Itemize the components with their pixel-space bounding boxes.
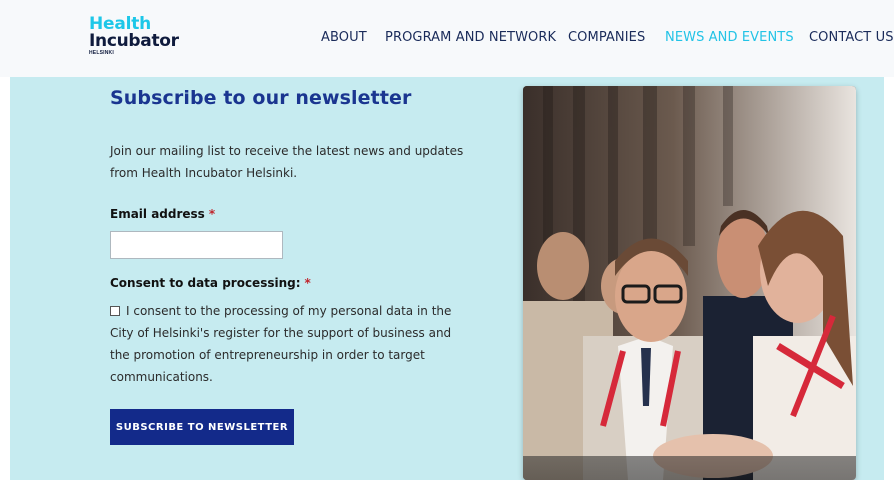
conference-photo <box>523 86 856 480</box>
email-field[interactable] <box>110 231 283 259</box>
logo-line-helsinki: HELSINKI <box>89 50 114 56</box>
page-gutter-right <box>884 77 894 480</box>
nav-item-program-and-network[interactable]: PROGRAM AND NETWORK <box>385 30 556 45</box>
newsletter-intro: Join our mailing list to receive the lat… <box>110 144 464 180</box>
nav-item-about[interactable]: ABOUT <box>321 30 367 45</box>
email-label-text: Email address <box>110 207 205 221</box>
logo-line-incubator: Incubator <box>89 31 179 51</box>
page-gutter-left <box>0 77 10 480</box>
site-header: Health Incubator HELSINKI ABOUT PROGRAM … <box>0 0 894 77</box>
consent-label: Consent to data processing: * <box>110 276 311 290</box>
logo-line-health: Health <box>89 14 152 34</box>
required-marker: * <box>208 207 216 221</box>
consent-checkbox[interactable] <box>110 306 120 316</box>
consent-text: I consent to the processing of my person… <box>110 304 452 384</box>
email-label: Email address * <box>110 207 215 221</box>
consent-label-text: Consent to data processing: <box>110 276 301 290</box>
consent-option: I consent to the processing of my person… <box>110 300 470 388</box>
nav-item-companies[interactable]: COMPANIES <box>568 30 645 45</box>
nav-item-contact-us[interactable]: CONTACT US <box>809 30 894 45</box>
newsletter-title: Subscribe to our newsletter <box>110 87 412 109</box>
nav-item-news-and-events[interactable]: NEWS AND EVENTS <box>665 30 794 45</box>
subscribe-button[interactable]: SUBSCRIBE TO NEWSLETTER <box>110 409 294 445</box>
required-marker: * <box>304 276 311 290</box>
site-logo[interactable]: Health Incubator HELSINKI <box>89 16 179 61</box>
